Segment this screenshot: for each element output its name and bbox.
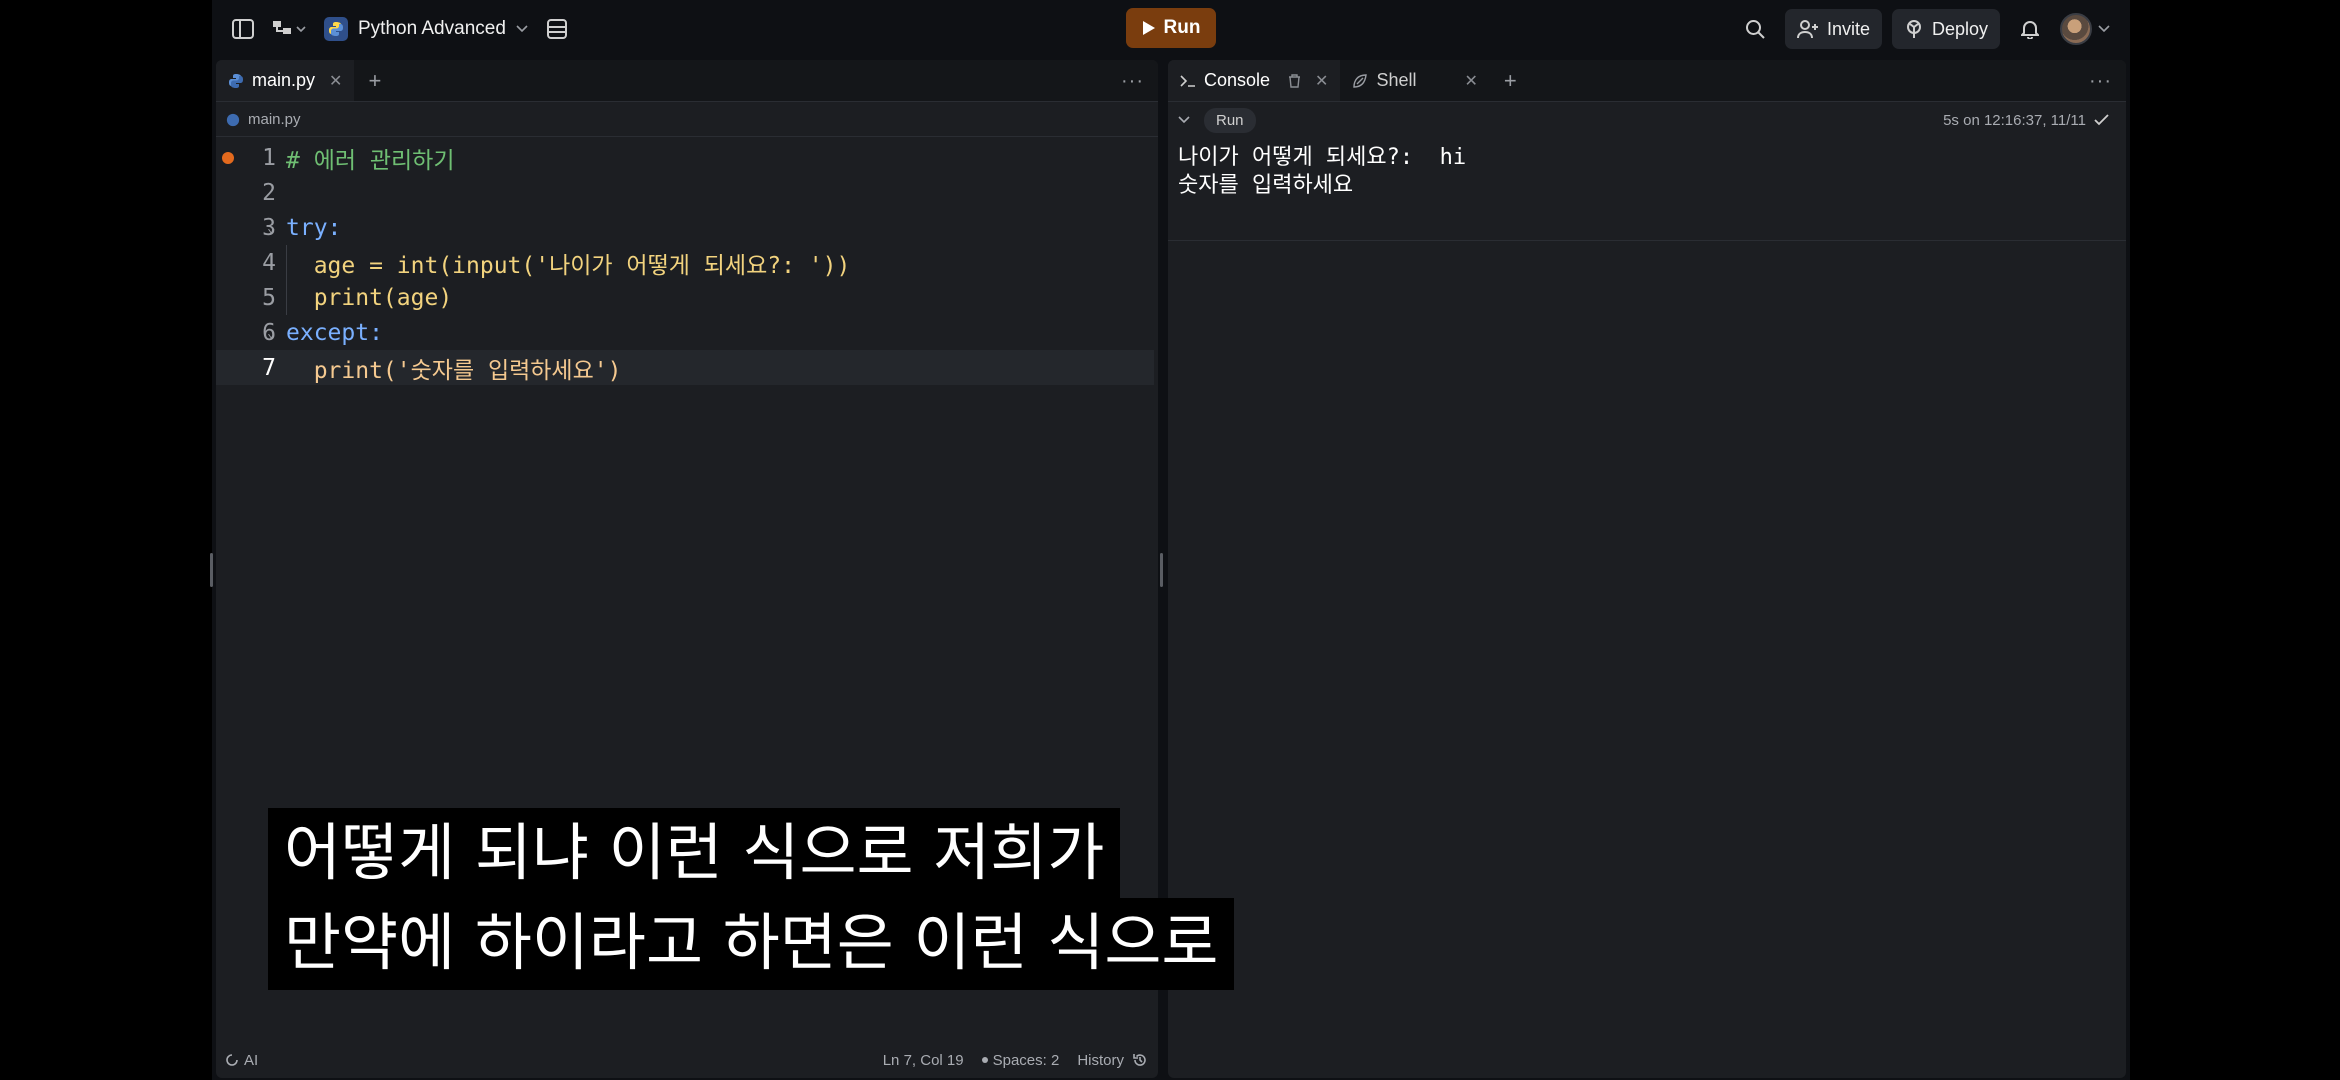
deploy-icon bbox=[1904, 19, 1924, 39]
line-number: 5 bbox=[262, 284, 276, 311]
account-menu[interactable] bbox=[2060, 13, 2110, 45]
divider bbox=[1168, 240, 2126, 241]
code-line[interactable]: 4 age = int(input('나이가 어떻게 되세요?: ')) bbox=[216, 245, 1154, 280]
tab-label: Shell bbox=[1376, 70, 1417, 90]
search-icon[interactable] bbox=[1735, 9, 1775, 49]
fold-chevron-icon[interactable]: ⌄ bbox=[267, 220, 275, 236]
code-line[interactable]: 5 print(age) bbox=[216, 280, 1154, 315]
indentation-setting[interactable]: Spaces: 2 bbox=[981, 1051, 1060, 1069]
console-output[interactable]: 나이가 어떻게 되세요?: hi 숫자를 입력하세요 bbox=[1178, 144, 2126, 200]
ai-icon bbox=[226, 1054, 238, 1066]
play-icon bbox=[1142, 20, 1156, 36]
close-icon[interactable]: ✕ bbox=[1464, 71, 1477, 91]
panel-resize-handle[interactable] bbox=[1160, 553, 1163, 587]
tab-label: Console bbox=[1204, 70, 1271, 90]
editor-tab-bar: main.py ✕ + ··· bbox=[216, 60, 1158, 102]
console-line: 숫자를 입력하세요 bbox=[1178, 173, 1354, 198]
replit-workspace: Python Advanced Run Invite Deploy main.p… bbox=[210, 0, 2130, 1080]
top-bar: Python Advanced Run Invite Deploy bbox=[212, 0, 2130, 58]
add-user-icon bbox=[1796, 19, 1819, 39]
project-tree-icon[interactable] bbox=[272, 19, 306, 39]
python-file-icon bbox=[226, 113, 240, 127]
line-number: 1 bbox=[262, 144, 276, 171]
close-icon[interactable]: ✕ bbox=[1315, 71, 1328, 91]
run-button[interactable]: Run bbox=[1126, 8, 1216, 48]
code-line[interactable]: 1 # 에러 관리하기 bbox=[216, 140, 1154, 175]
line-text: except: bbox=[286, 319, 383, 346]
subtitle-line-2: 만약에 하이라고 하면은 이런 식으로 bbox=[268, 898, 1235, 990]
close-icon[interactable]: ✕ bbox=[329, 71, 342, 91]
tab-console[interactable]: Console ✕ bbox=[1168, 60, 1341, 101]
history-button[interactable]: History bbox=[1077, 1052, 1148, 1069]
python-file-icon bbox=[228, 73, 244, 89]
chevron-down-icon bbox=[2098, 25, 2110, 33]
history-label: History bbox=[1077, 1051, 1124, 1069]
database-icon[interactable] bbox=[546, 18, 568, 40]
subtitle-line-1: 어떻게 되냐 이런 식으로 저희가 bbox=[268, 808, 1121, 898]
add-tab-icon[interactable]: + bbox=[354, 60, 395, 101]
line-text: age = int(input('나이가 어떻게 되세요?: ')) bbox=[286, 252, 851, 279]
run-timestamp: 5s on 12:16:37, 11/11 bbox=[1943, 111, 2086, 129]
breadcrumb-file[interactable]: main.py bbox=[248, 111, 301, 128]
project-selector[interactable]: Python Advanced bbox=[324, 17, 528, 41]
line-number: 7 bbox=[262, 354, 276, 381]
console-run-header: Run 5s on 12:16:37, 11/11 bbox=[1168, 103, 2126, 137]
breadcrumb: main.py bbox=[216, 103, 1158, 137]
history-icon bbox=[1132, 1052, 1148, 1068]
console-tab-bar: Console ✕ Shell ✕ + ··· bbox=[1168, 60, 2126, 102]
line-text: try: bbox=[286, 214, 342, 241]
run-chip[interactable]: Run bbox=[1204, 107, 1256, 133]
line-text: print('숫자를 입력하세요') bbox=[286, 357, 622, 384]
python-logo-icon bbox=[324, 17, 348, 41]
left-resize-handle[interactable] bbox=[210, 553, 213, 587]
sidebar-toggle-icon[interactable] bbox=[232, 19, 254, 39]
line-number: 2 bbox=[262, 179, 276, 206]
tab-main-py[interactable]: main.py ✕ bbox=[216, 60, 355, 101]
deploy-button[interactable]: Deploy bbox=[1891, 9, 2000, 49]
run-button-label: Run bbox=[1163, 17, 1201, 38]
invite-button[interactable]: Invite bbox=[1784, 9, 1882, 49]
check-icon bbox=[2094, 114, 2110, 126]
run-metadata: 5s on 12:16:37, 11/11 bbox=[1943, 112, 2110, 129]
code-line[interactable]: 2 bbox=[216, 175, 1154, 210]
fold-chevron-icon[interactable]: ⌄ bbox=[267, 325, 275, 341]
spaces-label: Spaces: 2 bbox=[992, 1051, 1060, 1069]
tab-shell[interactable]: Shell ✕ bbox=[1340, 60, 1489, 101]
console-line: 나이가 어떻게 되세요?: hi bbox=[1178, 145, 1467, 170]
code-line[interactable]: 3 ⌄ try: bbox=[216, 210, 1154, 245]
console-panel: Console ✕ Shell ✕ + ··· Run 5s on 12:16:… bbox=[1168, 60, 2126, 1078]
line-text: print(age) bbox=[286, 284, 453, 311]
editor-status-bar: AI Ln 7, Col 19 Spaces: 2 History bbox=[216, 1042, 1158, 1078]
code-line-current[interactable]: 7 print('숫자를 입력하세요') bbox=[216, 350, 1154, 385]
deploy-label: Deploy bbox=[1931, 18, 1988, 39]
bell-icon[interactable] bbox=[2010, 9, 2050, 49]
line-text: # 에러 관리하기 bbox=[286, 147, 455, 174]
add-tab-icon[interactable]: + bbox=[1490, 60, 1531, 101]
chevron-down-icon[interactable] bbox=[1178, 116, 1190, 124]
tab-label: main.py bbox=[252, 70, 316, 90]
terminal-prompt-icon bbox=[1180, 74, 1196, 88]
trash-icon[interactable] bbox=[1288, 73, 1301, 88]
code-line[interactable]: 6 ⌄ except: bbox=[216, 315, 1154, 350]
invite-label: Invite bbox=[1826, 18, 1870, 39]
cursor-position[interactable]: Ln 7, Col 19 bbox=[883, 1052, 964, 1069]
shell-icon bbox=[1352, 73, 1368, 89]
more-options-icon[interactable]: ··· bbox=[2089, 70, 2112, 93]
chevron-down-icon bbox=[516, 25, 528, 33]
line-number: 4 bbox=[262, 249, 276, 276]
dot-icon bbox=[981, 1057, 988, 1063]
ai-button[interactable]: AI bbox=[244, 1052, 258, 1069]
project-name: Python Advanced bbox=[358, 18, 506, 39]
more-options-icon[interactable]: ··· bbox=[1121, 70, 1144, 93]
avatar bbox=[2060, 13, 2092, 45]
